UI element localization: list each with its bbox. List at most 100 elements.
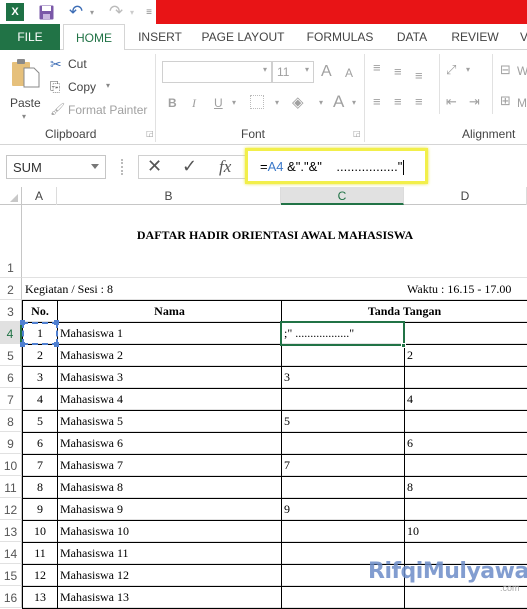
font-color-button[interactable]: A: [333, 92, 344, 112]
reference-handle[interactable]: [54, 342, 59, 347]
row-header[interactable]: 5: [0, 344, 22, 366]
grow-font-button[interactable]: A: [321, 63, 332, 81]
row-header[interactable]: 11: [0, 476, 22, 498]
cancel-button[interactable]: ✕: [147, 156, 162, 177]
student-no[interactable]: 4: [22, 388, 58, 411]
row-header[interactable]: 3: [0, 300, 22, 322]
row-header[interactable]: 9: [0, 432, 22, 454]
student-name[interactable]: Mahasiswa 5: [57, 410, 282, 433]
copy-button[interactable]: ⎘ Copy ▾: [50, 79, 120, 97]
fill-color-icon[interactable]: ◈: [292, 93, 304, 111]
signature-cell-c[interactable]: 3: [281, 366, 405, 389]
column-header-b[interactable]: B: [57, 187, 281, 205]
signature-cell-c[interactable]: [281, 586, 405, 609]
signature-cell-d[interactable]: [404, 498, 527, 521]
format-painter-button[interactable]: 🖌 Format Painter: [50, 102, 150, 120]
column-header-c[interactable]: C: [281, 187, 404, 205]
signature-cell-c[interactable]: [281, 476, 405, 499]
tab-home[interactable]: HOME: [63, 24, 125, 51]
row-header[interactable]: 8: [0, 410, 22, 432]
row-header[interactable]: 1: [0, 205, 22, 278]
tab-file[interactable]: FILE: [0, 24, 60, 50]
fill-color-dropdown-icon[interactable]: ▾: [319, 98, 323, 107]
tab-insert[interactable]: INSERT: [130, 24, 190, 50]
student-name[interactable]: Mahasiswa 2: [57, 344, 282, 367]
merge-center-icon[interactable]: ⊞: [500, 93, 511, 109]
tab-review[interactable]: REVIEW: [448, 24, 502, 50]
align-middle-icon[interactable]: ≡: [394, 64, 402, 79]
signature-cell-d[interactable]: 6: [404, 432, 527, 455]
tab-formulas[interactable]: FORMULAS: [300, 24, 380, 50]
redo-icon[interactable]: ↷: [106, 2, 126, 21]
align-right-icon[interactable]: ≡: [415, 94, 423, 109]
enter-button[interactable]: ✓: [182, 156, 197, 177]
insert-function-button[interactable]: fx: [219, 157, 231, 177]
student-no[interactable]: 11: [22, 542, 58, 565]
student-no[interactable]: 8: [22, 476, 58, 499]
formula-input[interactable]: =A4 &"."&" .................": [245, 148, 428, 184]
undo-icon[interactable]: ↶: [66, 2, 86, 21]
student-no[interactable]: 12: [22, 564, 58, 587]
undo-dropdown-icon[interactable]: ▾: [88, 3, 96, 21]
underline-button[interactable]: U: [214, 96, 223, 110]
student-name[interactable]: Mahasiswa 12: [57, 564, 282, 587]
header-tanda-tangan[interactable]: Tanda Tangan: [281, 300, 527, 323]
font-size-box[interactable]: 11 ▾: [272, 61, 314, 83]
signature-cell-d[interactable]: 10: [404, 520, 527, 543]
student-name[interactable]: Mahasiswa 4: [57, 388, 282, 411]
signature-cell-d[interactable]: [404, 322, 527, 345]
row-header[interactable]: 14: [0, 542, 22, 564]
merge-center-label[interactable]: M: [517, 96, 527, 110]
waktu-cell[interactable]: Waktu : 16.15 - 17.00: [404, 278, 527, 301]
italic-button[interactable]: I: [192, 96, 196, 111]
row-header[interactable]: 4: [0, 322, 22, 344]
align-bottom-icon[interactable]: ≡: [415, 68, 423, 83]
row-header[interactable]: 13: [0, 520, 22, 542]
signature-cell-d[interactable]: 8: [404, 476, 527, 499]
underline-dropdown-icon[interactable]: ▾: [232, 98, 236, 107]
student-no[interactable]: 3: [22, 366, 58, 389]
student-no[interactable]: 13: [22, 586, 58, 609]
align-left-icon[interactable]: ≡: [373, 94, 381, 109]
tab-view[interactable]: V: [518, 24, 527, 50]
borders-dropdown-icon[interactable]: ▾: [275, 98, 279, 107]
student-name[interactable]: Mahasiswa 10: [57, 520, 282, 543]
student-no[interactable]: 9: [22, 498, 58, 521]
row-header[interactable]: 16: [0, 586, 22, 608]
signature-cell-d[interactable]: 4: [404, 388, 527, 411]
student-no[interactable]: 7: [22, 454, 58, 477]
worksheet-grid[interactable]: 1 2 3 4 5 6 7 8 9 10 11 12 13 14 15 16 DAFTAR HADIR ORIE…: [0, 205, 527, 609]
signature-cell-c[interactable]: [281, 520, 405, 543]
clipboard-launcher-icon[interactable]: ◲: [146, 129, 154, 138]
paste-button[interactable]: Paste ▾: [8, 56, 44, 121]
shrink-font-button[interactable]: A: [345, 66, 353, 80]
row-header[interactable]: 15: [0, 564, 22, 586]
align-center-icon[interactable]: ≡: [394, 94, 402, 109]
active-cell-c4[interactable]: [280, 321, 405, 346]
signature-cell-d[interactable]: 2: [404, 344, 527, 367]
bold-button[interactable]: B: [168, 96, 177, 110]
row-header[interactable]: 12: [0, 498, 22, 520]
student-no[interactable]: 6: [22, 432, 58, 455]
font-launcher-icon[interactable]: ◲: [353, 129, 361, 138]
wrap-text-icon[interactable]: ⊟: [500, 62, 511, 78]
borders-button[interactable]: [250, 95, 264, 109]
column-header-d[interactable]: D: [404, 187, 527, 205]
decrease-indent-icon[interactable]: ⇤: [446, 94, 457, 110]
student-name[interactable]: Mahasiswa 7: [57, 454, 282, 477]
select-all-button[interactable]: [0, 187, 22, 205]
signature-cell-d[interactable]: [404, 366, 527, 389]
reference-handle[interactable]: [20, 320, 25, 325]
cut-button[interactable]: ✂ Cut: [50, 56, 110, 74]
student-name[interactable]: Mahasiswa 6: [57, 432, 282, 455]
row-header[interactable]: 10: [0, 454, 22, 476]
signature-cell-c[interactable]: 7: [281, 454, 405, 477]
header-no[interactable]: No.: [22, 300, 58, 323]
signature-cell-d[interactable]: [404, 410, 527, 433]
signature-cell-c[interactable]: [281, 344, 405, 367]
save-icon[interactable]: [38, 3, 54, 21]
orientation-icon[interactable]: ⤢: [446, 62, 456, 78]
wrap-text-label[interactable]: W: [517, 64, 527, 78]
student-name[interactable]: Mahasiswa 13: [57, 586, 282, 609]
student-name[interactable]: Mahasiswa 3: [57, 366, 282, 389]
